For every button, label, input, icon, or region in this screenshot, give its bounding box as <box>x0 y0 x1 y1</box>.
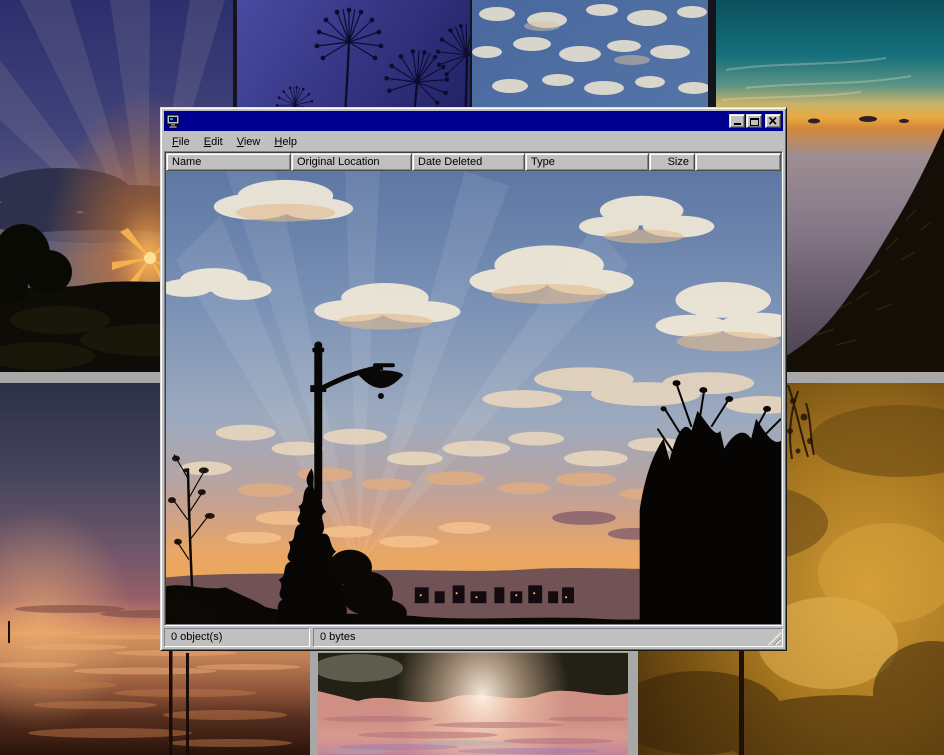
menu-file[interactable]: File <box>165 134 197 150</box>
close-icon <box>769 117 777 125</box>
menu-view[interactable]: View <box>230 134 268 150</box>
column-size[interactable]: Size <box>649 153 695 171</box>
sunset-lamp-photo <box>166 171 781 624</box>
close-button[interactable] <box>765 114 781 128</box>
menu-bar: File Edit View Help <box>164 132 783 151</box>
column-header-row: Name Original Location Date Deleted Type… <box>166 153 781 171</box>
column-name[interactable]: Name <box>166 153 291 171</box>
status-objects: 0 object(s) <box>164 628 310 647</box>
column-date-deleted[interactable]: Date Deleted <box>412 153 525 171</box>
column-empty[interactable] <box>695 153 781 171</box>
minimize-button[interactable] <box>729 114 745 128</box>
column-original-location[interactable]: Original Location <box>291 153 412 171</box>
folder-contents-area[interactable] <box>166 171 781 624</box>
app-icon <box>166 114 182 129</box>
column-type[interactable]: Type <box>525 153 649 171</box>
maximize-icon <box>750 118 759 126</box>
status-bytes: 0 bytes <box>313 628 783 647</box>
status-bar: 0 object(s) 0 bytes <box>164 628 783 647</box>
desktop: File Edit View Help Name Original Locati… <box>0 0 944 755</box>
menu-help[interactable]: Help <box>267 134 304 150</box>
resize-grip[interactable] <box>768 632 781 645</box>
recycle-bin-window: File Edit View Help Name Original Locati… <box>160 107 787 651</box>
menu-edit[interactable]: Edit <box>197 134 230 150</box>
maximize-button[interactable] <box>746 114 762 128</box>
minimize-icon <box>734 123 741 125</box>
list-view[interactable]: Name Original Location Date Deleted Type… <box>164 151 783 626</box>
title-bar[interactable] <box>164 111 783 131</box>
